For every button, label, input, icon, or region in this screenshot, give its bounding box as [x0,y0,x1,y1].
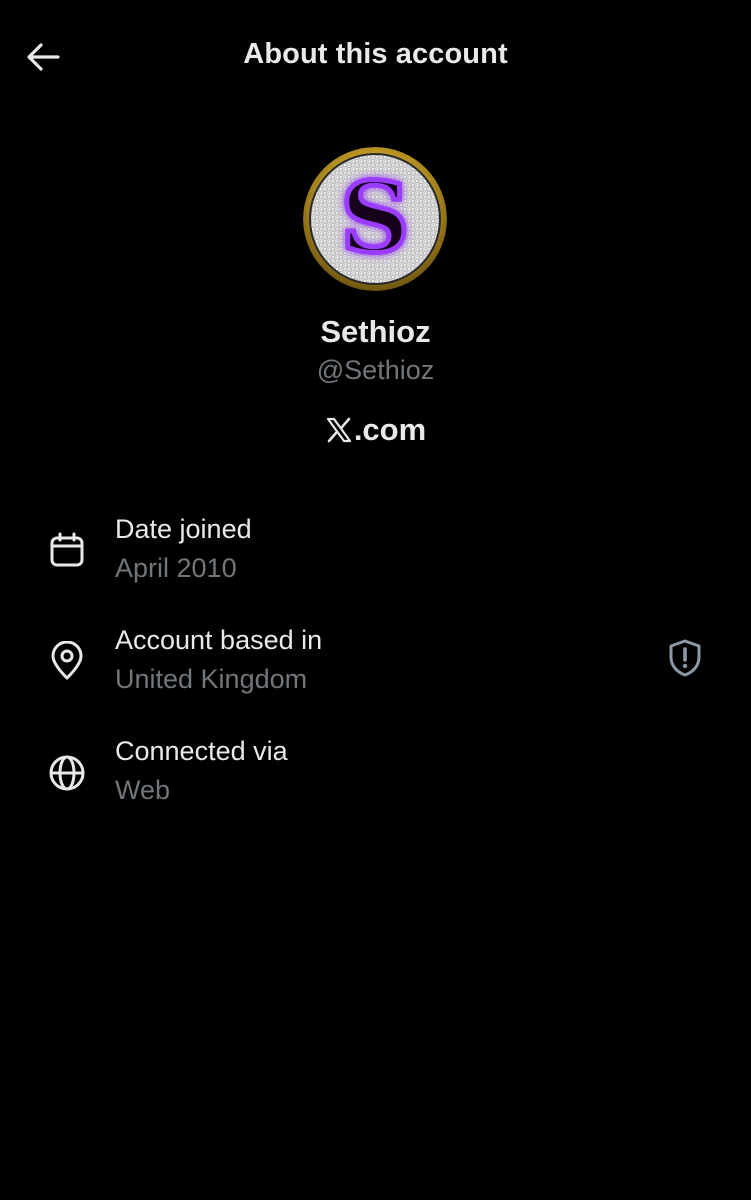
calendar-icon [46,529,88,571]
shield-alert-icon[interactable] [664,637,706,679]
platform-label: .com [0,412,751,448]
detail-row-date-joined: Date joined April 2010 [0,514,751,604]
page-title: About this account [243,38,508,70]
detail-label: Connected via [115,736,288,766]
display-name: Sethioz [320,314,431,349]
globe-icon [46,752,88,794]
x-logo-icon [326,417,351,443]
header: About this account [0,0,751,112]
svg-text:S: S [340,161,409,274]
platform-text: .com [353,412,427,447]
detail-label: Account based in [115,625,323,655]
detail-value: United Kingdom [115,664,308,694]
handle: @Sethioz [316,355,435,385]
detail-row-account-based-in: Account based in United Kingdom [0,625,751,715]
location-pin-icon [46,640,88,682]
avatar[interactable]: S [303,147,447,291]
detail-value: Web [115,775,171,805]
avatar-image: S [303,147,447,291]
detail-value: April 2010 [115,553,237,583]
detail-label: Date joined [115,514,252,544]
detail-row-connected-via: Connected via Web [0,736,751,826]
